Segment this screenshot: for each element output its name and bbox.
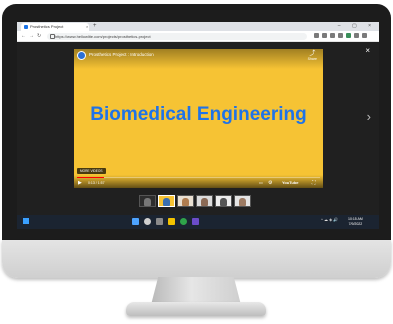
monitor-chin (2, 240, 391, 278)
bookmark-star-icon[interactable] (322, 33, 327, 39)
video-player[interactable]: Prosthetics Project : Introduction ⤴ Sha… (74, 49, 323, 188)
thumbnail-2[interactable] (158, 195, 175, 207)
new-tab-button[interactable]: + (93, 22, 97, 31)
tab-close-button[interactable]: × (86, 23, 88, 31)
video-share-button[interactable]: ⤴ Share (308, 51, 317, 61)
monitor-stand-neck (151, 277, 241, 305)
forward-button[interactable]: → (29, 31, 34, 41)
clock-date: 7/9/2022 (348, 221, 363, 226)
site-favicon-icon (24, 24, 28, 29)
start-windows-icon[interactable] (132, 218, 139, 225)
reload-button[interactable]: ↻ (37, 31, 41, 41)
address-bar-url: https://www.hellowlite.com/projects/pros… (55, 33, 151, 39)
widgets-icon[interactable] (23, 218, 29, 224)
fullscreen-icon[interactable]: ⛶ (312, 179, 316, 187)
address-bar[interactable]: https://www.hellowlite.com/projects/pros… (47, 32, 307, 40)
taskbar-clock[interactable]: 10:15 AM 7/9/2022 (348, 217, 363, 226)
browser-tab-strip: Prosthetics Project × + – ▢ × (17, 22, 379, 31)
video-progress-fill (77, 177, 104, 178)
profile-avatar-icon[interactable] (346, 33, 351, 39)
play-button[interactable]: ▶ (78, 179, 82, 187)
more-videos-button[interactable]: MORE VIDEOS (77, 168, 106, 174)
thumbnail-3[interactable] (177, 195, 194, 207)
thumbnail-1[interactable] (139, 195, 156, 207)
reading-list-icon[interactable] (338, 33, 343, 39)
window-controls[interactable]: – ▢ × (338, 22, 376, 31)
video-headline: Biomedical Engineering (90, 104, 307, 125)
taskbar-apps (132, 218, 199, 225)
task-view-icon[interactable] (156, 218, 163, 225)
media-thumbnail-strip (139, 195, 251, 207)
video-time: 0:13 / 1:57 (88, 181, 105, 185)
browser-toolbar: ← → ↻ https://www.hellowlite.com/project… (17, 31, 379, 42)
system-tray-icons[interactable]: ^ ☁ ◈ 🔊 (321, 218, 338, 222)
thumbnail-6[interactable] (234, 195, 251, 207)
channel-avatar[interactable] (77, 51, 86, 60)
thumbnail-4[interactable] (196, 195, 213, 207)
extensions-puzzle-icon[interactable] (354, 33, 359, 39)
toolbar-extensions (311, 31, 367, 41)
teams-icon[interactable] (192, 218, 199, 225)
next-media-arrow-icon[interactable]: › (367, 110, 371, 124)
thumbnail-5[interactable] (215, 195, 232, 207)
back-button[interactable]: ← (21, 31, 26, 41)
youtube-logo[interactable]: YouTube (282, 179, 299, 187)
browser-tab[interactable]: Prosthetics Project × (21, 23, 89, 31)
share-page-icon[interactable] (314, 33, 319, 39)
lock-icon (50, 34, 55, 39)
browser-app-icon[interactable] (180, 218, 187, 225)
monitor-screen: Prosthetics Project × + – ▢ × ← → ↻ http… (17, 22, 379, 229)
extension-icon[interactable] (330, 33, 335, 39)
clock-time: 10:15 AM (348, 217, 363, 221)
captions-icon[interactable]: ▭ (259, 179, 263, 187)
search-icon[interactable] (144, 218, 151, 225)
settings-gear-icon[interactable]: ⚙ (268, 179, 272, 187)
video-progress-track[interactable] (77, 177, 320, 178)
tab-title: Prosthetics Project (30, 24, 64, 29)
close-lightbox-button[interactable]: × (365, 47, 370, 55)
media-lightbox: × › Prosthetics Project : Introduction ⤴… (17, 42, 379, 229)
video-title[interactable]: Prosthetics Project : Introduction (89, 52, 154, 58)
share-label: Share (307, 57, 317, 61)
file-explorer-icon[interactable] (168, 218, 175, 225)
menu-kebab-icon[interactable] (362, 33, 367, 39)
monitor-stand-base (126, 302, 266, 316)
